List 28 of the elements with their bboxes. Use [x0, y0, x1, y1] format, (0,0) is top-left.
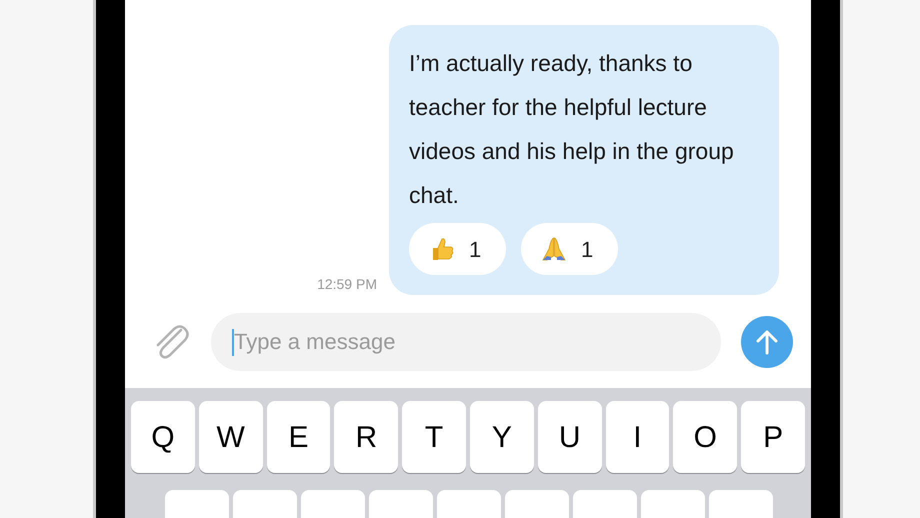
keyboard-key[interactable]	[505, 490, 569, 518]
keyboard-key[interactable]	[709, 490, 773, 518]
keyboard-key[interactable]: R	[334, 401, 398, 473]
keyboard-key[interactable]	[641, 490, 705, 518]
keyboard-key[interactable]: U	[538, 401, 602, 473]
keyboard-key[interactable]: Y	[470, 401, 534, 473]
reaction-chip[interactable]: 1	[409, 223, 506, 275]
keyboard-key[interactable]: E	[266, 401, 330, 473]
keyboard-key[interactable]: W	[198, 401, 263, 473]
keyboard-key[interactable]	[437, 490, 501, 518]
keyboard-key[interactable]: P	[741, 401, 805, 473]
praying-hands-icon	[541, 236, 567, 262]
message-input[interactable]: Type a message	[211, 313, 721, 371]
keyboard-key[interactable]: O	[673, 401, 738, 473]
keyboard-key[interactable]	[369, 490, 433, 518]
text-cursor	[232, 329, 234, 356]
message-time: 12:59 PM	[317, 277, 377, 291]
keyboard-key[interactable]	[165, 490, 229, 518]
keyboard-key[interactable]	[301, 490, 365, 518]
keyboard-key[interactable]: Q	[131, 401, 195, 473]
keyboard-key[interactable]: I	[606, 401, 670, 473]
keyboard-key[interactable]	[233, 490, 297, 518]
keyboard-key[interactable]	[573, 490, 637, 518]
keyboard-key[interactable]: T	[402, 401, 466, 473]
arrow-up-icon	[755, 329, 779, 355]
send-button[interactable]	[741, 316, 793, 368]
reaction-chip[interactable]: 1	[521, 223, 618, 275]
message-text: I’m actually ready, thanks to teacher for the helpful lecture videos and his help in the group chat.	[409, 49, 735, 210]
